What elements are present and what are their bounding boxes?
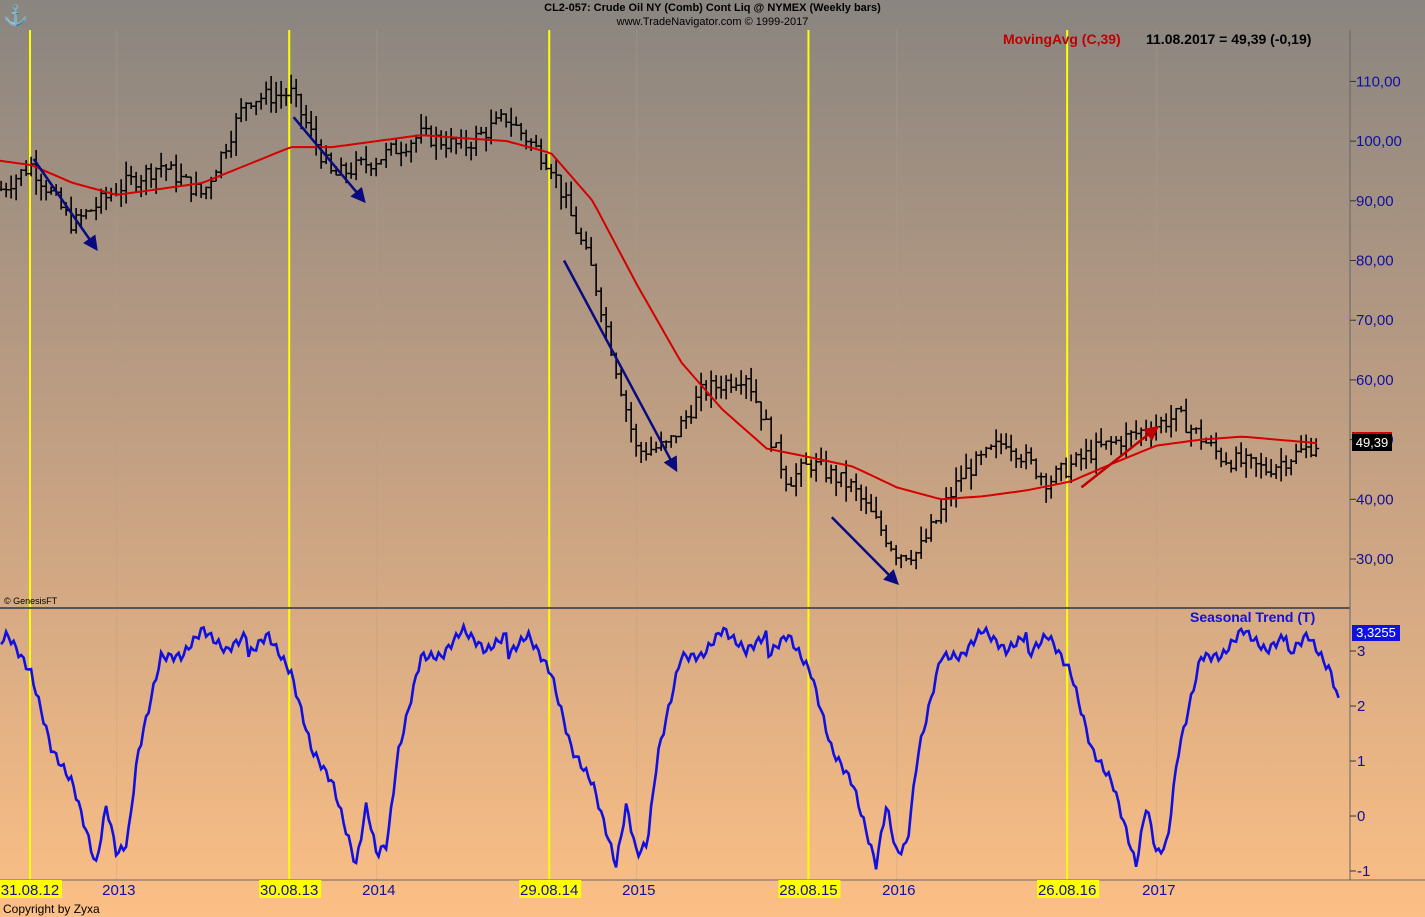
source-label: © GenesisFT	[4, 596, 57, 606]
copyright-label: Copyright by Zyxa	[3, 902, 100, 916]
y-tick-label: 30,00	[1356, 551, 1394, 568]
y-tick-label: 3	[1357, 643, 1365, 660]
x-tick-label: 29.08.14	[520, 882, 578, 899]
x-tick-label: 2014	[362, 882, 395, 899]
moving-average-reading: 11.08.2017 = 49,39 (-0,19)	[1146, 31, 1311, 47]
y-tick-label: 0	[1357, 808, 1365, 825]
seasonal-value-tag: 3,3255	[1352, 625, 1400, 641]
x-tick-label: 2015	[622, 882, 655, 899]
background	[0, 0, 1425, 917]
y-tick-label: 1	[1357, 753, 1365, 770]
moving-average-label: MovingAvg (C,39)	[1003, 31, 1121, 47]
x-tick-label: 31.08.12	[1, 882, 59, 899]
chart-canvas: 31.08.12201330.08.13201429.08.14201528.0…	[0, 0, 1425, 917]
logo-icon: ⚓	[3, 3, 28, 28]
seasonal-trend-label: Seasonal Trend (T)	[1190, 609, 1315, 625]
y-tick-label: -1	[1357, 863, 1370, 880]
chart-window: 31.08.12201330.08.13201429.08.14201528.0…	[0, 0, 1425, 917]
y-tick-label: 60,00	[1356, 372, 1394, 389]
y-tick-label: 110,00	[1356, 73, 1401, 90]
y-tick-label: 70,00	[1356, 312, 1394, 329]
x-tick-label: 28.08.15	[779, 882, 837, 899]
y-tick-label: 80,00	[1356, 253, 1394, 270]
x-tick-label: 30.08.13	[260, 882, 318, 899]
y-tick-label: 90,00	[1356, 193, 1394, 210]
price-tag: 49,39	[1352, 432, 1392, 451]
x-tick-label: 2013	[102, 882, 135, 899]
y-tick-label: 2	[1357, 698, 1365, 715]
y-tick-label: 100,00	[1356, 133, 1402, 150]
chart-title: CL2-057: Crude Oil NY (Comb) Cont Liq @ …	[0, 2, 1425, 14]
x-tick-label: 26.08.16	[1038, 882, 1096, 899]
x-tick-label: 2016	[882, 882, 915, 899]
y-tick-label: 40,00	[1356, 491, 1394, 508]
x-tick-label: 2017	[1142, 882, 1175, 899]
chart-subtitle: www.TradeNavigator.com © 1999-2017	[0, 16, 1425, 28]
